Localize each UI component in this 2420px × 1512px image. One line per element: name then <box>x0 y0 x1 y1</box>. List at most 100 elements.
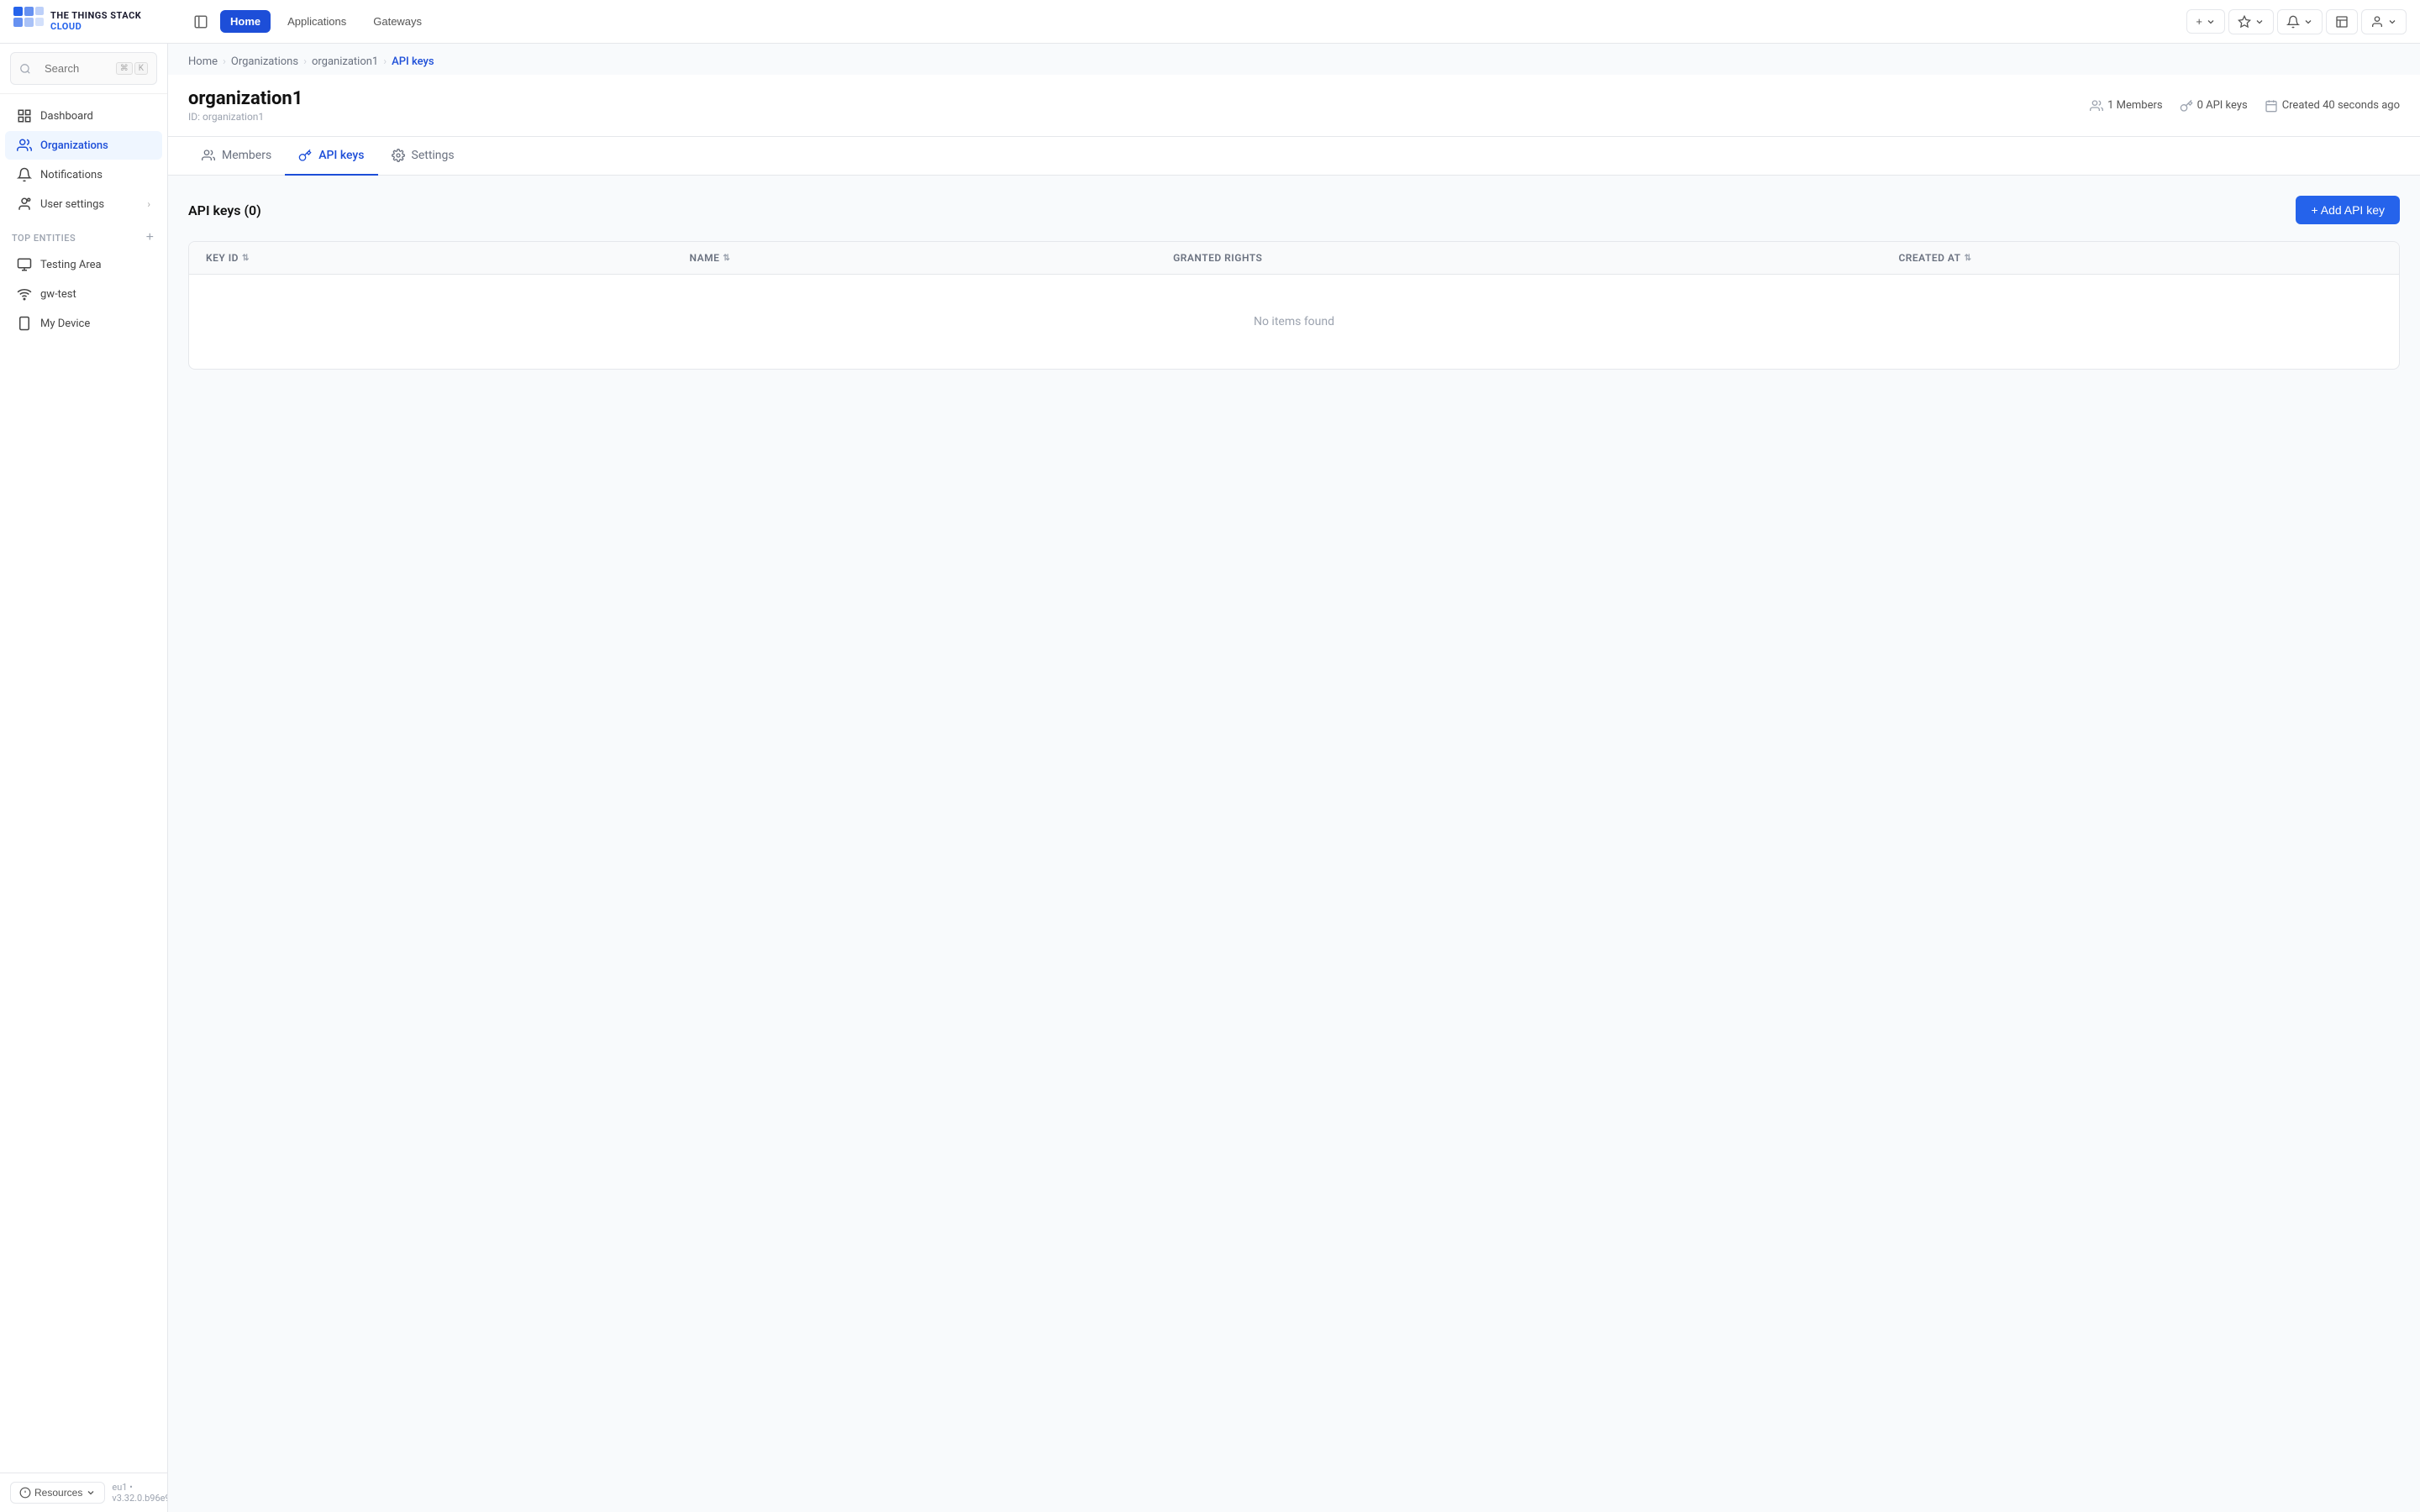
bell-sidebar-icon <box>17 167 32 182</box>
user-icon <box>2370 15 2384 29</box>
add-button[interactable]: + <box>2186 9 2225 34</box>
device-icon <box>17 316 32 331</box>
logo-bottom: CLOUD <box>50 22 141 32</box>
topbar-home-button[interactable]: Home <box>220 10 271 33</box>
add-entity-button[interactable]: + <box>145 229 155 246</box>
layout: ⌘ K Dashboard Organizations Notification… <box>0 44 2420 1512</box>
col-name-label: NAME <box>690 252 720 264</box>
org-created-meta: Created 40 seconds ago <box>2265 99 2400 113</box>
tab-settings[interactable]: Settings <box>378 137 468 176</box>
settings-tab-label: Settings <box>412 149 455 162</box>
topbar-applications-button[interactable]: Applications <box>277 10 356 33</box>
breadcrumb-organizations[interactable]: Organizations <box>231 55 298 68</box>
breadcrumb-sep-2: › <box>303 55 307 68</box>
api-keys-count: 0 API keys <box>2197 99 2248 112</box>
sidebar-item-testing-area[interactable]: Testing Area <box>5 250 162 279</box>
created-at: Created 40 seconds ago <box>2282 99 2400 112</box>
sidebar-toggle-button[interactable] <box>188 9 213 34</box>
testing-area-label: Testing Area <box>40 259 150 271</box>
members-meta-icon <box>2090 99 2103 113</box>
sidebar-search-area: ⌘ K <box>0 44 167 94</box>
tab-members[interactable]: Members <box>188 137 285 176</box>
sidebar-item-my-device[interactable]: My Device <box>5 309 162 338</box>
content-title: API keys (0) <box>188 202 261 218</box>
chevron-down-icon <box>2206 17 2216 27</box>
notifications-label: Notifications <box>40 169 150 181</box>
search-icon <box>19 63 31 75</box>
person-settings-icon <box>17 197 32 212</box>
breadcrumb-current: API keys <box>392 55 434 68</box>
gw-test-label: gw-test <box>40 288 150 301</box>
key-meta-icon <box>2180 99 2193 113</box>
breadcrumb-org1[interactable]: organization1 <box>312 55 378 68</box>
sidebar-item-user-settings[interactable]: User settings › <box>5 190 162 218</box>
table-header: KEY ID ⇅ NAME ⇅ GRANTED RIGHTS CREATED A… <box>189 242 2399 275</box>
resources-button[interactable]: Resources <box>10 1482 105 1504</box>
col-key-id-label: KEY ID <box>206 252 239 264</box>
content-header: API keys (0) + Add API key <box>188 196 2400 224</box>
tabs: Members API keys Settings <box>168 137 2420 176</box>
info-icon <box>19 1487 31 1499</box>
org-api-keys-meta: 0 API keys <box>2180 99 2248 113</box>
org-info: organization1 ID: organization1 <box>188 88 302 123</box>
user-settings-label: User settings <box>40 198 139 211</box>
search-input[interactable] <box>36 57 111 80</box>
logo-text: THE THINGS STACK CLOUD <box>50 11 141 31</box>
breadcrumb-home[interactable]: Home <box>188 55 218 68</box>
members-tab-icon <box>202 149 215 162</box>
col-granted-rights-label: GRANTED RIGHTS <box>1173 252 1262 264</box>
main-content: Home › Organizations › organization1 › A… <box>168 44 2420 1512</box>
chart-button[interactable] <box>2326 9 2358 34</box>
top-entities-header: Top entities + <box>0 219 167 249</box>
sidebar-footer: Resources eu1 • v3.32.0.b96e907c31 <box>0 1473 167 1512</box>
sidebar-nav: Dashboard Organizations Notifications Us… <box>0 94 167 1473</box>
gear-tab-icon <box>392 149 405 162</box>
plus-icon: + <box>2196 15 2202 28</box>
organizations-label: Organizations <box>40 139 150 152</box>
org-title: organization1 <box>188 88 302 109</box>
org-members-meta: 1 Members <box>2090 99 2162 113</box>
version-text: eu1 • v3.32.0.b96e907c31 <box>112 1482 168 1504</box>
col-created-at-label: CREATED AT <box>1898 252 1960 264</box>
table-empty-message: No items found <box>189 275 2399 369</box>
user-button[interactable] <box>2361 9 2407 34</box>
chevron-down-sidebar-icon <box>86 1488 96 1498</box>
sort-icon-created-at: ⇅ <box>1965 254 1972 263</box>
sidebar-item-dashboard[interactable]: Dashboard <box>5 102 162 130</box>
calendar-meta-icon <box>2265 99 2278 113</box>
sidebar-item-gw-test[interactable]: gw-test <box>5 280 162 308</box>
notifications-button[interactable] <box>2277 9 2323 34</box>
col-key-id[interactable]: KEY ID ⇅ <box>206 252 690 264</box>
breadcrumb-sep-1: › <box>223 55 226 68</box>
add-api-key-button[interactable]: + Add API key <box>2296 196 2400 224</box>
chevron-right-icon: › <box>147 198 150 210</box>
logo-icon <box>13 7 44 37</box>
col-granted-rights: GRANTED RIGHTS <box>1173 252 1898 264</box>
top-entities-label: Top entities <box>12 233 76 244</box>
chart-icon <box>2335 15 2349 29</box>
star-icon <box>2238 15 2251 29</box>
topbar-gateways-button[interactable]: Gateways <box>363 10 432 33</box>
org-meta: 1 Members 0 API keys Created 40 seconds … <box>2090 99 2400 113</box>
sidebar: ⌘ K Dashboard Organizations Notification… <box>0 44 168 1512</box>
col-created-at[interactable]: CREATED AT ⇅ <box>1898 252 2382 264</box>
col-name[interactable]: NAME ⇅ <box>690 252 1174 264</box>
people-icon <box>17 138 32 153</box>
content-area: API keys (0) + Add API key KEY ID ⇅ NAME… <box>168 176 2420 1512</box>
logo-top: THE THINGS STACK <box>50 11 141 21</box>
tab-api-keys[interactable]: API keys <box>285 137 377 176</box>
application-icon <box>17 257 32 272</box>
org-id: ID: organization1 <box>188 111 302 123</box>
key-tab-icon <box>298 149 312 162</box>
search-wrapper[interactable]: ⌘ K <box>10 52 157 85</box>
sort-icon-name: ⇅ <box>723 254 730 263</box>
breadcrumb-sep-3: › <box>383 55 387 68</box>
sidebar-item-notifications[interactable]: Notifications <box>5 160 162 189</box>
bell-icon <box>2286 15 2300 29</box>
chevron-down-icon3 <box>2303 17 2313 27</box>
logo: THE THINGS STACK CLOUD <box>13 7 182 37</box>
sidebar-item-organizations[interactable]: Organizations <box>5 131 162 160</box>
bookmarks-button[interactable] <box>2228 9 2274 34</box>
members-tab-label: Members <box>222 149 271 162</box>
org-header: organization1 ID: organization1 1 Member… <box>168 75 2420 137</box>
